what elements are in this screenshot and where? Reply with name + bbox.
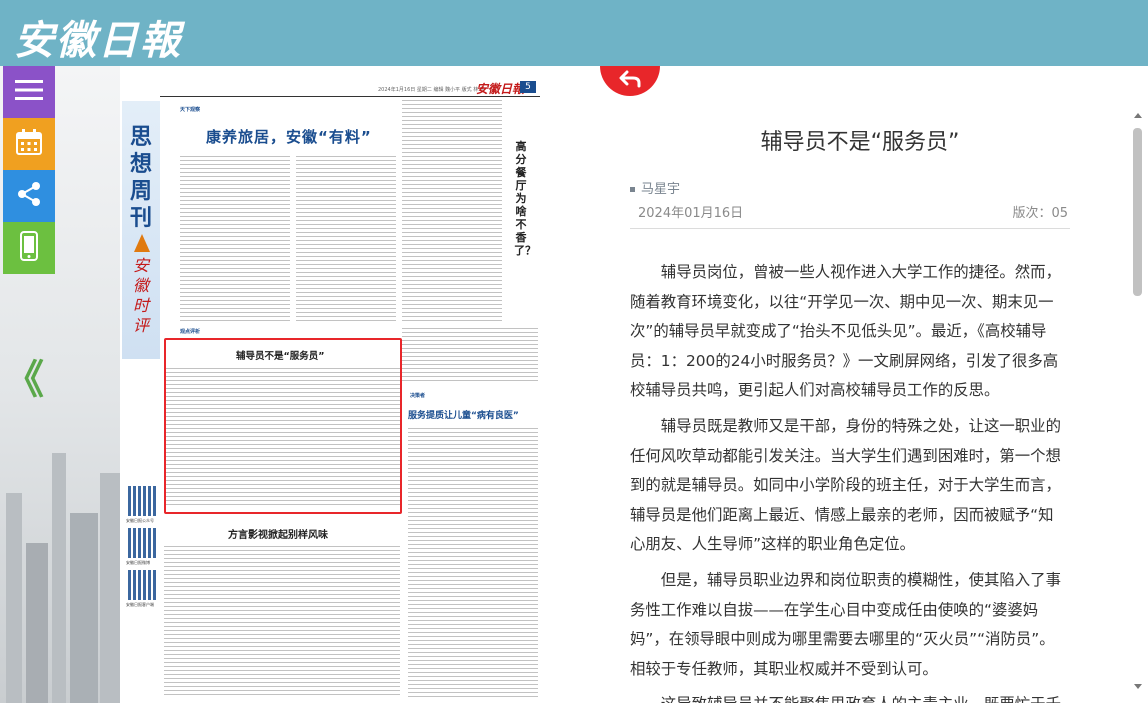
text-block (164, 546, 400, 696)
qr-code (128, 570, 158, 600)
article-body: 辅导员岗位，曾被一些人视作进入大学工作的捷径。然而，随着教育环境变化，以往“开学… (630, 258, 1062, 703)
scroll-up-arrow-icon[interactable] (1134, 113, 1142, 118)
left-toolbar (3, 66, 55, 274)
tag-right: 决策者 (410, 393, 426, 399)
headline-dialect[interactable]: 方言影视掀起别样风味 (228, 526, 328, 541)
menu-button[interactable] (3, 66, 55, 118)
scrollbar-thumb[interactable] (1133, 128, 1142, 296)
vertical-headline[interactable]: 高分餐厅为啥不香了？ (514, 140, 536, 257)
headline-main[interactable]: 康养旅居，安徽“有料” (206, 126, 372, 147)
newspaper-page: 2024年1月16日 星期二 编辑 魏小平 版式 林 冬 安徽日報 5 思想周刊… (120, 66, 600, 703)
page-brand: 安徽日報 (476, 82, 525, 96)
scroll-down-arrow-icon[interactable] (1134, 684, 1142, 689)
mobile-button[interactable] (3, 222, 55, 274)
section-brand: 安徽时评 (132, 256, 149, 335)
article-title: 辅导员不是“服务员” (760, 130, 960, 155)
page-header-rule (160, 96, 540, 97)
text-block (296, 156, 396, 324)
tag-mid: 观点评析 (180, 329, 201, 335)
qr-code (128, 486, 158, 516)
share-button[interactable] (3, 170, 55, 222)
top-header: 安徽日報 (0, 0, 1148, 66)
author-bullet-icon (630, 187, 635, 192)
page-date-line: 2024年1月16日 星期二 编辑 魏小平 版式 林 冬 (378, 87, 485, 93)
qr-caption: 安徽日报公众号 (126, 518, 154, 523)
headline-clinic[interactable]: 服务提质让儿童“病有良医” (408, 408, 519, 421)
qr-caption: 安徽日报客户端 (126, 602, 154, 607)
qr-code (128, 528, 158, 558)
qr-caption: 安徽日报微博 (126, 560, 150, 565)
text-block (402, 100, 502, 324)
mobile-icon (20, 231, 38, 265)
calendar-icon (16, 129, 42, 159)
article-date: 2024年01月16日 (638, 206, 744, 221)
article-panel: 辅导员不是“服务员” 马星宇 2024年01月16日 版次：05 辅导员岗位，曾… (600, 66, 1148, 703)
menu-icon (15, 79, 43, 105)
article-paragraph: 辅导员岗位，曾被一些人视作进入大学工作的捷径。然而，随着教育环境变化，以往“开学… (630, 263, 1061, 400)
page-number-badge: 5 (520, 81, 536, 93)
tag-top: 天下观察 (180, 107, 201, 113)
collapse-panel-button[interactable]: 《 (4, 360, 44, 400)
text-block (402, 328, 538, 384)
back-arrow-icon (619, 70, 641, 92)
article-paragraph: 辅导员既是教师又是干部，身份的特殊之处，让这一职业的任何风吹草动都能引发关注。当… (630, 416, 1061, 554)
article-author: 马星宇 (630, 178, 680, 197)
calendar-button[interactable] (3, 118, 55, 170)
article-divider (630, 228, 1070, 229)
article-paragraph: 但是，辅导员职业边界和岗位职责的模糊性，使其陷入了事务性工作难以自拔——在学生心… (630, 570, 1061, 678)
selected-article-box[interactable] (164, 338, 402, 514)
share-icon (16, 181, 42, 211)
text-block (180, 156, 290, 324)
article-edition: 版次：05 (1012, 206, 1068, 221)
site-logo[interactable]: 安徽日報 (14, 8, 182, 66)
article-paragraph: 这导致辅导员并不能聚焦思政育人的主责主业，既要忙于千 (630, 690, 1062, 703)
section-title: 思想周刊 (129, 124, 152, 231)
text-block (408, 428, 538, 698)
